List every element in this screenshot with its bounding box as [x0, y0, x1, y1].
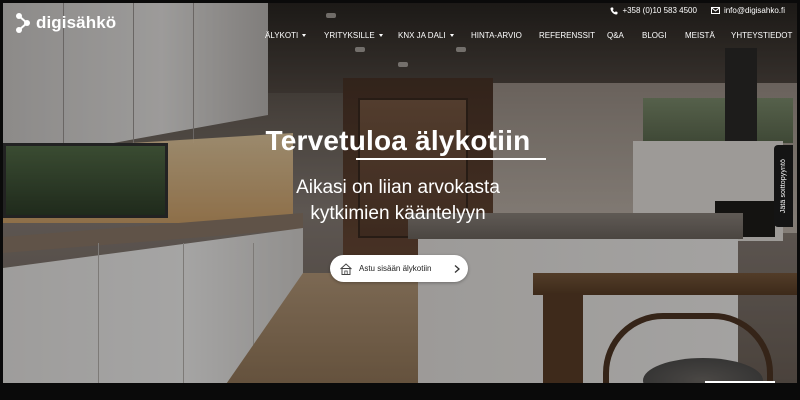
enter-smart-home-button[interactable]: Astu sisään älykotiin	[330, 255, 468, 282]
chevron-down-icon	[378, 34, 383, 37]
nav-item-hinta-arvio[interactable]: HINTA-ARVIO	[471, 31, 539, 40]
hero-subtitle-line-1: Aikasi on liian arvokasta	[296, 177, 500, 198]
logo-mark-icon	[16, 13, 30, 33]
main-navigation: ÄLYKOTI YRITYKSILLE KNX JA DALI HINTA-AR…	[265, 31, 793, 40]
page-frame: digisähkö +358 (0)10 583 4500 info@digis…	[0, 0, 800, 400]
contact-bar: +358 (0)10 583 4500 info@digisahko.fi	[610, 6, 785, 15]
brand-logo[interactable]: digisähkö	[15, 12, 116, 34]
nav-item-label: YHTEYSTIEDOT	[731, 31, 793, 40]
nav-item-blogi[interactable]: BLOGI	[642, 31, 685, 40]
nav-item-qa[interactable]: Q&A	[607, 31, 642, 40]
callback-request-tab[interactable]: Jätä soittopyyntö	[774, 145, 793, 227]
nav-item-label: BLOGI	[642, 31, 667, 40]
nav-item-label: MEISTÄ	[685, 31, 715, 40]
nav-item-yhteystiedot[interactable]: YHTEYSTIEDOT	[731, 31, 793, 40]
envelope-icon	[710, 7, 720, 14]
nav-item-label: REFERENSSIT	[539, 31, 596, 40]
email-link[interactable]: info@digisahko.fi	[710, 6, 785, 15]
nav-item-label: YRITYKSILLE	[324, 31, 375, 40]
brand-name: digisähkö	[36, 13, 117, 32]
nav-item-label: Q&A	[607, 31, 624, 40]
nav-item-alykoti[interactable]: ÄLYKOTI	[265, 31, 324, 40]
phone-number: +358 (0)10 583 4500	[622, 6, 697, 15]
hero-title: Tervetuloa älykotiin	[265, 125, 531, 156]
email-address: info@digisahko.fi	[723, 6, 785, 15]
house-icon	[340, 262, 352, 275]
hero-subtitle-line-2: kytkimien kääntelyyn	[310, 203, 486, 224]
nav-item-meista[interactable]: MEISTÄ	[685, 31, 731, 40]
nav-item-yrityksille[interactable]: YRITYKSILLE	[324, 31, 398, 40]
chevron-down-icon	[302, 34, 307, 37]
nav-item-label: KNX JA DALI	[398, 31, 446, 40]
chevron-right-icon	[454, 264, 460, 273]
nav-item-label: HINTA-ARVIO	[471, 31, 522, 40]
cta-label: Astu sisään älykotiin	[359, 264, 432, 273]
chevron-down-icon	[449, 34, 454, 37]
callback-request-label: Jätä soittopyyntö	[780, 158, 787, 214]
nav-item-knx-ja-dali[interactable]: KNX JA DALI	[398, 31, 471, 40]
phone-link[interactable]: +358 (0)10 583 4500	[610, 6, 697, 15]
phone-icon	[610, 7, 618, 14]
nav-item-label: ÄLYKOTI	[265, 31, 299, 40]
bottom-corner-panel	[705, 381, 775, 383]
nav-item-referenssit[interactable]: REFERENSSIT	[539, 31, 607, 40]
hero-subtitle: Aikasi on liian arvokasta kytkimien kään…	[3, 175, 793, 227]
title-underline	[356, 158, 546, 160]
